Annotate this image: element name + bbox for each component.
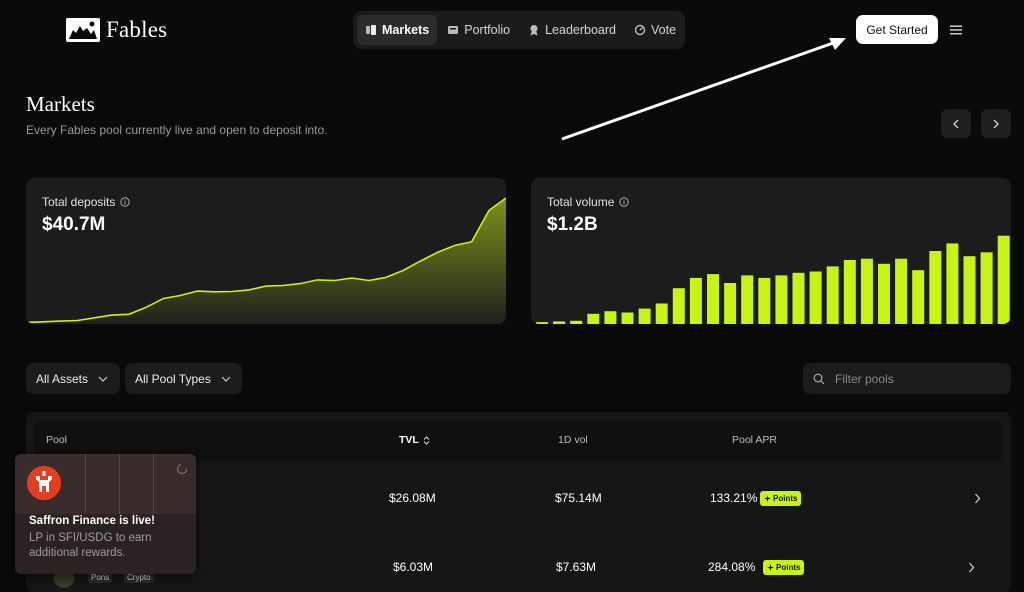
all-pool-types-label: All Pool Types xyxy=(135,371,211,386)
volume-bar xyxy=(655,303,668,324)
volume-bar xyxy=(980,252,993,324)
points-badge: Points xyxy=(763,560,805,575)
total-volume-value: $1.2B xyxy=(547,214,598,235)
header-pool-apr[interactable]: Pool APR xyxy=(732,434,777,446)
toast-body: LP in SFI/USDG to earn additional reward… xyxy=(29,532,152,559)
page-subtitle: Every Fables pool currently live and ope… xyxy=(26,123,328,137)
nav-markets[interactable]: Markets xyxy=(357,15,438,45)
row-1d-vol: $75.14M xyxy=(555,491,602,505)
volume-bar xyxy=(707,274,719,324)
filter-pools-input[interactable] xyxy=(833,370,997,387)
fables-logo-icon xyxy=(66,18,100,42)
volume-bar xyxy=(741,275,754,324)
chevron-left-icon xyxy=(953,119,959,128)
row-tvl: $6.03M xyxy=(393,560,434,574)
volume-bar xyxy=(895,258,908,324)
volume-bar xyxy=(724,283,737,324)
volume-bar xyxy=(929,251,942,324)
volume-bar xyxy=(843,260,856,324)
hamburger-menu-icon xyxy=(950,25,962,35)
main-nav: Markets Portfolio Leaderboard Vote xyxy=(353,11,685,49)
volume-bar xyxy=(963,256,976,324)
total-deposits-label: Total deposits xyxy=(42,195,131,209)
volume-bar xyxy=(912,270,925,324)
volume-bar xyxy=(672,288,685,324)
volume-bar xyxy=(621,312,634,324)
header-tvl: TVL xyxy=(399,434,419,446)
all-assets-dropdown[interactable]: All Assets xyxy=(26,363,120,394)
nav-vote-label: Vote xyxy=(651,23,677,37)
points-label: Points xyxy=(773,494,798,503)
info-icon[interactable] xyxy=(619,197,630,207)
chevron-down-icon xyxy=(221,376,231,382)
carousel-next-button[interactable] xyxy=(981,109,1011,138)
volume-bar xyxy=(775,275,788,324)
fables-logo[interactable]: Fables xyxy=(66,17,167,43)
sort-icon xyxy=(423,435,430,445)
chevron-right-icon[interactable] xyxy=(974,493,981,504)
nav-portfolio-label: Portfolio xyxy=(464,23,511,37)
volume-bar xyxy=(809,271,822,324)
filter-pools-search[interactable] xyxy=(803,363,1011,394)
nav-vote[interactable]: Vote xyxy=(626,15,684,45)
points-label: Points xyxy=(776,563,801,572)
total-deposits-label-text: Total deposits xyxy=(42,195,116,209)
saffron-toast[interactable]: Saffron Finance is live! LP in SFI/USDG … xyxy=(15,454,196,574)
volume-bar xyxy=(638,308,651,324)
total-deposits-card: Total deposits $40.7M xyxy=(26,178,506,324)
row-tvl: $26.08M xyxy=(389,491,436,505)
header-1d-vol[interactable]: 1D vol xyxy=(558,434,588,446)
volume-bar xyxy=(946,243,959,324)
all-assets-label: All Assets xyxy=(36,371,89,386)
points-badge: Points xyxy=(760,491,802,506)
portfolio-icon xyxy=(448,26,459,34)
nav-leaderboard-label: Leaderboard xyxy=(545,23,617,37)
hamburger-menu-button[interactable] xyxy=(946,20,966,40)
volume-bar xyxy=(997,235,1010,324)
total-deposits-value: $40.7M xyxy=(42,214,106,235)
nav-leaderboard[interactable]: Leaderboard xyxy=(520,15,624,45)
nav-markets-label: Markets xyxy=(382,23,430,37)
leaderboard-icon xyxy=(530,25,538,36)
header-tvl-sort[interactable]: TVL xyxy=(399,434,430,446)
vote-icon xyxy=(634,24,646,36)
nav-portfolio[interactable]: Portfolio xyxy=(439,15,518,45)
volume-bar xyxy=(878,263,890,324)
points-star-icon xyxy=(764,495,771,502)
volume-bar xyxy=(860,258,873,324)
chevron-right-icon[interactable] xyxy=(968,562,975,573)
toast-title: Saffron Finance is live! xyxy=(29,515,155,527)
points-star-icon xyxy=(767,564,774,571)
row-apr: 284.08% xyxy=(708,560,756,574)
page-title: Markets xyxy=(26,92,95,116)
volume-bar xyxy=(826,266,839,324)
volume-bar xyxy=(536,322,548,324)
get-started-button[interactable]: Get Started xyxy=(856,15,938,44)
volume-bar xyxy=(587,313,600,324)
brand-name: Fables xyxy=(106,17,168,42)
carousel-prev-button[interactable] xyxy=(941,109,971,138)
volume-bar xyxy=(792,272,805,324)
volume-bar xyxy=(604,311,617,324)
search-icon xyxy=(813,373,825,384)
volume-bar xyxy=(570,320,583,324)
row-1d-vol: $7.63M xyxy=(556,560,597,574)
row-apr: 133.21% xyxy=(710,491,758,505)
saffron-finance-logo-icon xyxy=(27,466,61,500)
all-pool-types-dropdown[interactable]: All Pool Types xyxy=(125,363,242,394)
volume-bar xyxy=(758,277,771,324)
volume-bar xyxy=(553,321,566,324)
header-pool[interactable]: Pool xyxy=(46,434,67,446)
total-volume-label: Total volume xyxy=(547,195,630,209)
chevron-down-icon xyxy=(98,376,108,382)
total-volume-card: Total volume $1.2B xyxy=(531,178,1011,324)
total-volume-label-text: Total volume xyxy=(547,195,615,209)
loading-spinner-icon xyxy=(176,463,188,475)
info-icon[interactable] xyxy=(120,197,131,207)
markets-icon xyxy=(366,25,376,35)
chevron-right-icon xyxy=(993,119,999,128)
volume-bar xyxy=(689,277,702,324)
